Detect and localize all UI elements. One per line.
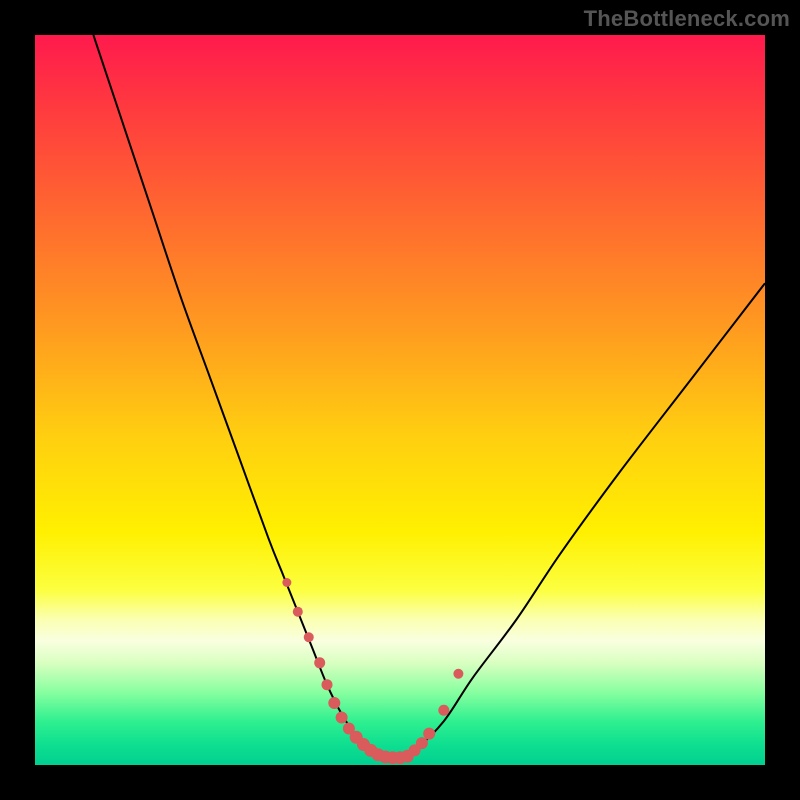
plot-area [35,35,765,765]
watermark-text: TheBottleneck.com [584,6,790,32]
marker-dot [304,632,314,642]
marker-dot [322,679,333,690]
marker-dot [416,737,428,749]
marker-dot [438,705,449,716]
chart-svg [35,35,765,765]
marker-dot [314,657,325,668]
curve-line [93,35,765,759]
marker-dot [328,697,340,709]
chart-frame: TheBottleneck.com [0,0,800,800]
marker-group [282,578,463,764]
marker-dot [282,578,291,587]
marker-dot [336,712,348,724]
marker-dot [293,607,303,617]
marker-dot [453,669,463,679]
marker-dot [423,728,435,740]
